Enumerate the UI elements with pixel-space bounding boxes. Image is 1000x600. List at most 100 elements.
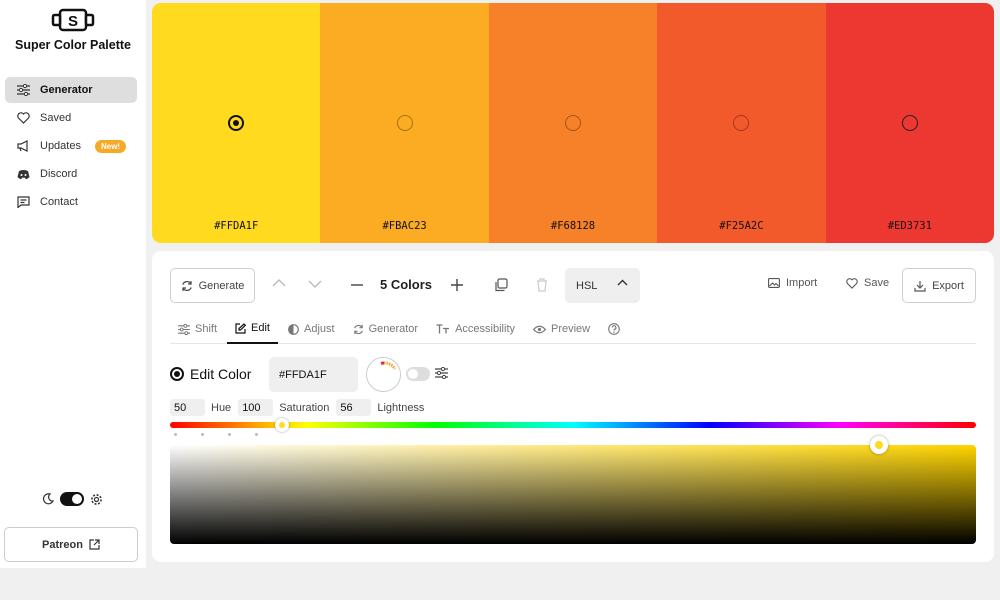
message-icon (16, 195, 30, 209)
chevron-down-icon[interactable] (308, 280, 322, 289)
tab-help[interactable] (600, 314, 628, 344)
hue-slider-handle[interactable] (274, 418, 289, 432)
sidebar-item-label: Updates (40, 140, 81, 152)
contrast-icon (288, 323, 299, 335)
logo-icon: S (51, 8, 95, 32)
swatch-select-radio[interactable] (565, 115, 582, 131)
palette-hue-markers (174, 433, 258, 436)
swatch-hex-label[interactable]: #F68128 (489, 220, 657, 232)
sidebar-item-updates[interactable]: Updates New! (5, 133, 137, 159)
hue-marker (255, 433, 258, 436)
patreon-label: Patreon (42, 538, 83, 551)
tab-label: Edit (251, 322, 270, 334)
discord-icon (16, 167, 30, 181)
generate-button[interactable]: Generate (170, 268, 255, 303)
save-button[interactable]: Save (846, 277, 889, 289)
swatch-hex-label[interactable]: #FBAC23 (320, 220, 488, 232)
color-swatch[interactable]: #F68128 (488, 3, 658, 243)
minus-icon[interactable] (351, 284, 363, 286)
tab-shift[interactable]: Shift (170, 314, 225, 344)
copy-icon[interactable] (494, 278, 508, 292)
swatch-select-radio[interactable] (228, 115, 245, 131)
swatch-hex-label[interactable]: #ED3731 (826, 220, 994, 232)
hex-input[interactable] (269, 357, 358, 392)
swatch-select-radio[interactable] (901, 115, 918, 131)
sliders-icon[interactable] (435, 367, 448, 379)
hue-input[interactable] (170, 399, 205, 416)
color-swatch[interactable]: #F25A2C (657, 3, 826, 243)
sidebar-footer-space (0, 568, 146, 600)
color-mode-select[interactable]: HSL (565, 268, 640, 303)
color-palette: #FFDA1F #FBAC23 #F68128 #F25A2C #ED3731 (152, 3, 994, 243)
tab-generator[interactable]: Generator (345, 314, 427, 344)
patreon-button[interactable]: Patreon (4, 527, 138, 562)
hue-marker (174, 433, 177, 436)
swatch-select-radio[interactable] (396, 115, 413, 131)
gear-icon[interactable] (90, 493, 103, 506)
color-mode-value: HSL (576, 279, 598, 292)
megaphone-icon (16, 139, 30, 153)
editor-panel: Generate 5 Colors HSL Import Save Export (152, 251, 994, 562)
color-swatch[interactable]: #ED3731 (825, 3, 994, 243)
generate-label: Generate (198, 279, 245, 292)
edit-mode-toggle[interactable] (406, 367, 430, 381)
page-background (146, 568, 1000, 600)
tab-preview[interactable]: Preview (525, 314, 598, 344)
chevron-up-icon[interactable] (272, 278, 286, 287)
import-button[interactable]: Import (768, 277, 817, 289)
theme-toggle[interactable] (60, 492, 84, 506)
saturation-label: Saturation (279, 401, 330, 414)
brand-name: Super Color Palette (15, 38, 131, 52)
hue-label: Hue (211, 401, 232, 414)
eye-icon (533, 325, 546, 333)
trash-icon[interactable] (536, 278, 548, 292)
color-swatch[interactable]: #FBAC23 (320, 3, 489, 243)
text-size-icon (436, 324, 450, 334)
save-label: Save (864, 277, 890, 289)
download-icon (914, 280, 926, 292)
sidebar-item-label: Generator (40, 84, 93, 96)
plus-icon[interactable] (451, 279, 463, 291)
sidebar-item-label: Discord (40, 168, 78, 180)
sidebar-item-saved[interactable]: Saved (5, 105, 137, 131)
radio-selected-icon (170, 367, 184, 381)
swatch-select-radio[interactable] (733, 115, 750, 131)
editor-tabs: Shift Edit Adjust Generator Accessibilit… (170, 314, 976, 344)
hue-slider[interactable] (170, 418, 976, 432)
hue-marker (228, 433, 231, 436)
export-button[interactable]: Export (902, 268, 976, 303)
theme-controls (42, 492, 103, 506)
chevron-up-icon (617, 279, 628, 286)
sidebar-item-discord[interactable]: Discord (5, 161, 137, 187)
sidebar-item-generator[interactable]: Generator (5, 77, 137, 103)
tab-label: Adjust (303, 323, 335, 335)
import-label: Import (786, 277, 818, 289)
color-swatch[interactable]: #FFDA1F (152, 3, 321, 243)
tab-label: Preview (551, 323, 591, 335)
external-link-icon (89, 539, 100, 550)
refresh-icon (181, 280, 192, 291)
tab-label: Accessibility (455, 323, 515, 335)
swatch-hex-label[interactable]: #F25A2C (657, 220, 825, 232)
image-icon (768, 278, 780, 288)
help-icon (608, 323, 620, 335)
tab-adjust[interactable]: Adjust (280, 314, 343, 344)
edit-color-title: Edit Color (190, 366, 252, 382)
saturation-lightness-picker[interactable] (170, 436, 976, 544)
sidebar-item-contact[interactable]: Contact (5, 189, 137, 215)
tab-accessibility[interactable]: Accessibility (428, 314, 523, 344)
tab-edit[interactable]: Edit (227, 314, 278, 344)
logo-letter: S (68, 13, 78, 30)
hue-marker (201, 433, 204, 436)
tab-label: Generator (368, 323, 419, 335)
export-label: Export (932, 279, 964, 292)
saturation-input[interactable] (238, 399, 274, 416)
logo: S (0, 8, 146, 37)
saturation-lightness-handle[interactable] (870, 436, 889, 454)
sidebar-nav: Generator Saved Updates New! Discord Con… (5, 77, 137, 217)
lightness-input[interactable] (336, 399, 372, 416)
swatch-hex-label[interactable]: #FFDA1F (152, 220, 320, 232)
color-count: 5 Colors (380, 277, 433, 292)
color-picker-wheel[interactable] (366, 357, 401, 392)
tab-label: Shift (195, 323, 218, 335)
